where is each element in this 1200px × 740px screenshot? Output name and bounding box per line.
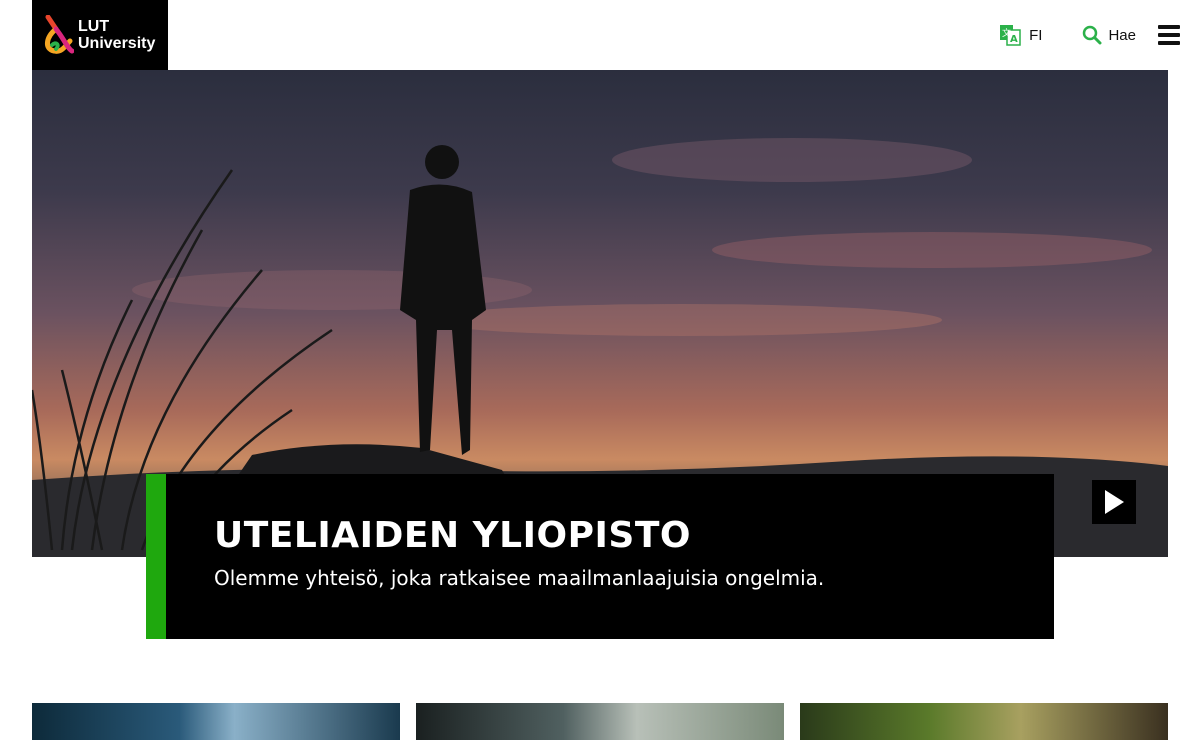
lut-university-logo[interactable]: LUT University bbox=[32, 0, 168, 70]
language-label: FI bbox=[1029, 26, 1043, 44]
menu-bar bbox=[1158, 25, 1180, 29]
search-button[interactable]: Hae bbox=[1082, 25, 1136, 45]
page: LUT University 文 A FI Hae UTELIAIDEN YLI… bbox=[0, 0, 1200, 740]
feature-cards bbox=[32, 703, 1168, 740]
search-icon bbox=[1083, 25, 1102, 45]
search-label: Hae bbox=[1108, 26, 1136, 44]
feature-card-2[interactable] bbox=[416, 703, 784, 740]
hamburger-menu-icon[interactable] bbox=[1158, 25, 1180, 45]
language-switcher[interactable]: 文 A FI bbox=[999, 23, 1042, 47]
hero-subtitle: Olemme yhteisö, joka ratkaisee maailmanl… bbox=[214, 566, 825, 590]
header-tools: 文 A FI Hae bbox=[999, 20, 1180, 50]
logo-wordmark: LUT University bbox=[78, 18, 155, 52]
svg-text:A: A bbox=[1010, 34, 1018, 45]
lut-logo-icon bbox=[45, 15, 74, 54]
logo-line-2: University bbox=[78, 35, 156, 52]
play-video-button[interactable] bbox=[1092, 480, 1136, 524]
logo-line-1: LUT bbox=[78, 18, 110, 35]
menu-bar bbox=[1158, 41, 1180, 45]
feature-card-3[interactable] bbox=[800, 703, 1168, 740]
play-icon bbox=[1105, 490, 1124, 514]
feature-card-1[interactable] bbox=[32, 703, 400, 740]
hero-caption: UTELIAIDEN YLIOPISTO Olemme yhteisö, jok… bbox=[146, 474, 1054, 639]
menu-bar bbox=[1158, 33, 1180, 37]
translate-icon: 文 A bbox=[1000, 25, 1021, 46]
hero-title: UTELIAIDEN YLIOPISTO bbox=[214, 515, 691, 556]
